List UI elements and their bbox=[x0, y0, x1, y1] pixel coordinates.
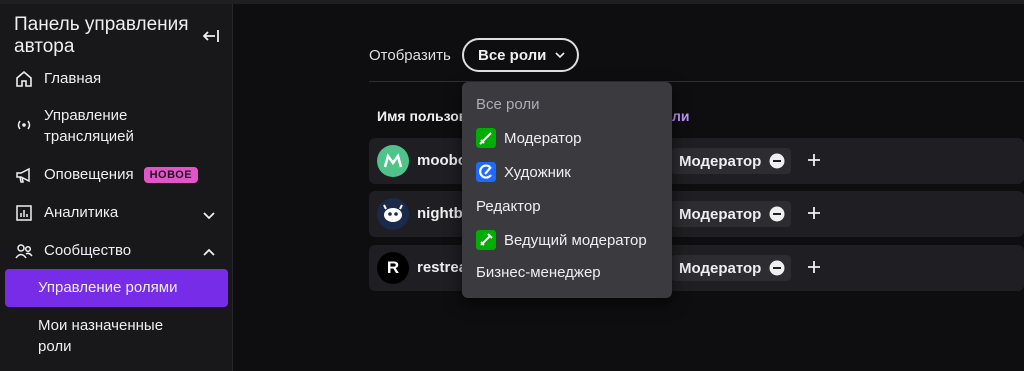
column-header-roles: ли bbox=[672, 108, 690, 124]
menu-item-moderator[interactable]: Модератор bbox=[476, 128, 582, 148]
avatar bbox=[377, 145, 409, 177]
add-icon[interactable] bbox=[807, 153, 821, 167]
username[interactable]: nightb bbox=[417, 205, 463, 222]
role-filter-value: Все роли bbox=[478, 46, 547, 64]
collapse-left-icon[interactable] bbox=[201, 26, 221, 46]
sword-icon bbox=[476, 128, 496, 148]
avatar bbox=[377, 198, 409, 230]
menu-item-label: Все роли bbox=[476, 96, 540, 113]
moobot-logo-icon bbox=[383, 153, 403, 168]
sidebar-subitem-my-roles[interactable]: Мои назначенные роли bbox=[38, 315, 188, 357]
role-chip: Модератор bbox=[671, 148, 792, 174]
sidebar: Панель управления автора Главная Управле… bbox=[0, 4, 233, 371]
sidebar-item-label: Аналитика bbox=[44, 204, 119, 221]
analytics-icon bbox=[16, 204, 32, 221]
menu-item-label: Модератор bbox=[504, 129, 582, 147]
sidebar-item-home[interactable]: Главная bbox=[14, 68, 101, 89]
broadcast-icon bbox=[17, 120, 31, 130]
sidebar-item-community[interactable]: Сообщество bbox=[14, 240, 131, 261]
sidebar-item-notifications[interactable]: Оповещения НОВОЕ bbox=[14, 164, 199, 185]
role-filter-menu: Все роли Модератор Художник Редактор Вед… bbox=[462, 82, 672, 298]
chevron-down-icon[interactable] bbox=[200, 206, 218, 224]
sidebar-item-label: Сообщество bbox=[44, 242, 132, 259]
chevron-up-icon[interactable] bbox=[200, 244, 218, 262]
role-chip: Модератор bbox=[671, 201, 792, 227]
sidebar-item-label: Оповещения bbox=[44, 166, 134, 183]
sidebar-subitem-label: Управление ролями bbox=[38, 279, 178, 296]
menu-item-editor[interactable]: Редактор bbox=[476, 198, 541, 215]
username[interactable]: restrea bbox=[417, 259, 467, 276]
menu-item-artist[interactable]: Художник bbox=[476, 162, 571, 182]
menu-item-business-manager[interactable]: Бизнес-менеджер bbox=[476, 264, 601, 281]
community-icon bbox=[15, 243, 33, 258]
remove-icon[interactable] bbox=[769, 260, 785, 276]
menu-item-all-roles[interactable]: Все роли bbox=[476, 96, 540, 113]
sidebar-title: Панель управления автора bbox=[14, 14, 189, 57]
sidebar-item-label: Главная bbox=[44, 70, 102, 87]
megaphone-icon bbox=[16, 167, 30, 183]
avatar: R bbox=[377, 252, 409, 284]
menu-item-lead-moderator[interactable]: Ведущий модератор bbox=[476, 230, 647, 250]
sidebar-item-broadcast[interactable]: Управление трансляцией bbox=[14, 105, 164, 147]
role-label: Модератор bbox=[679, 205, 762, 223]
menu-item-label: Редактор bbox=[476, 198, 541, 215]
column-header-username: Имя пользователя bbox=[377, 108, 467, 124]
role-chip: Модератор bbox=[671, 255, 792, 281]
role-label: Модератор bbox=[679, 259, 762, 277]
menu-item-label: Бизнес-менеджер bbox=[476, 264, 601, 281]
chevron-down-icon bbox=[555, 52, 565, 59]
wrench-sword-icon bbox=[476, 230, 496, 250]
remove-icon[interactable] bbox=[769, 153, 785, 169]
menu-item-label: Художник bbox=[504, 163, 571, 181]
menu-item-label: Ведущий модератор bbox=[504, 231, 647, 249]
remove-icon[interactable] bbox=[769, 206, 785, 222]
add-icon[interactable] bbox=[807, 206, 821, 220]
add-icon[interactable] bbox=[807, 260, 821, 274]
brush-icon bbox=[476, 162, 496, 182]
role-filter-dropdown[interactable]: Все роли bbox=[462, 38, 579, 72]
home-icon bbox=[16, 70, 32, 87]
username[interactable]: moobo bbox=[417, 152, 467, 169]
role-label: Модератор bbox=[679, 152, 762, 170]
filter-label: Отобразить bbox=[369, 47, 451, 64]
new-badge: НОВОЕ bbox=[143, 166, 199, 183]
sidebar-item-label: Управление трансляцией bbox=[44, 107, 134, 145]
sidebar-item-analytics[interactable]: Аналитика bbox=[14, 202, 118, 223]
app-window: Панель управления автора Главная Управле… bbox=[0, 0, 1024, 371]
nightbot-logo-icon bbox=[383, 204, 403, 222]
